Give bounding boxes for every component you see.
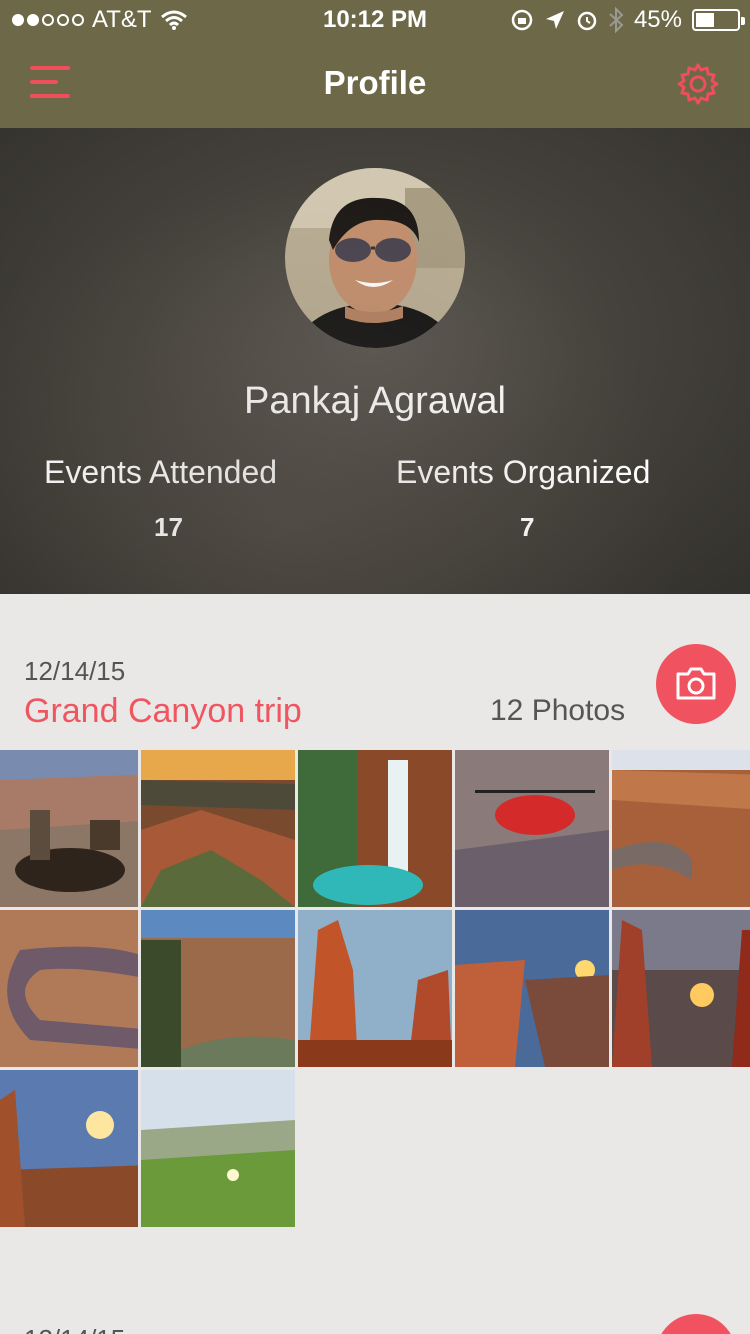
event-card: 12/14/15 Grand Canyon trip 12 Photos xyxy=(0,620,750,1260)
rotation-lock-icon xyxy=(511,9,533,31)
desert-sunset-photo[interactable] xyxy=(0,1070,138,1227)
canyon-river-photo[interactable] xyxy=(141,910,295,1067)
skywalk-photo[interactable] xyxy=(612,750,750,907)
red-rocks-photo[interactable] xyxy=(298,910,452,1067)
avatar[interactable] xyxy=(285,168,465,348)
photo-count: 12 Photos xyxy=(490,694,626,727)
events-organized-label: Events Organized xyxy=(396,454,651,490)
helicopter-photo[interactable] xyxy=(455,750,609,907)
navigation-bar: Profile xyxy=(0,40,750,128)
canyon-sunburst-photo[interactable] xyxy=(612,910,750,1067)
canyon-sunset-photo[interactable] xyxy=(141,750,295,907)
page-title: Profile xyxy=(323,64,427,101)
bluetooth-icon xyxy=(609,7,624,33)
profile-screen: AT&T 10:12 PM 45% Profile Pankaj Agrawal… xyxy=(0,0,750,1334)
skywalk-closeup-photo[interactable] xyxy=(0,910,138,1067)
events-attended-count: 17 xyxy=(154,512,183,542)
event-card: 12/14/15 xyxy=(0,1290,750,1334)
location-arrow-icon xyxy=(545,11,564,29)
battery-percent: 45% xyxy=(633,6,682,33)
gear-icon[interactable] xyxy=(676,62,720,106)
events-organized-count: 7 xyxy=(520,512,535,542)
profile-header: Pankaj Agrawal Events Attended 17 Events… xyxy=(0,128,750,594)
status-bar: AT&T 10:12 PM 45% xyxy=(0,0,750,40)
add-photo-button[interactable] xyxy=(656,644,736,724)
alarm-icon xyxy=(577,11,597,31)
events-attended-label: Events Attended xyxy=(44,454,278,490)
waterfall-photo[interactable] xyxy=(298,750,452,907)
event-date: 12/14/15 xyxy=(24,656,126,686)
top-bar: AT&T 10:12 PM 45% Profile xyxy=(0,0,750,128)
mules-canyon-photo[interactable] xyxy=(0,750,138,907)
camera-icon xyxy=(676,667,716,700)
profile-name: Pankaj Agrawal xyxy=(244,380,506,422)
cliff-sunrise-photo[interactable] xyxy=(455,910,609,1067)
event-date: 12/14/15 xyxy=(24,1324,125,1334)
grass-flower-photo[interactable] xyxy=(141,1070,295,1227)
event-title[interactable]: Grand Canyon trip xyxy=(24,692,302,731)
battery-icon xyxy=(692,9,745,31)
add-photo-button[interactable] xyxy=(656,1314,736,1334)
